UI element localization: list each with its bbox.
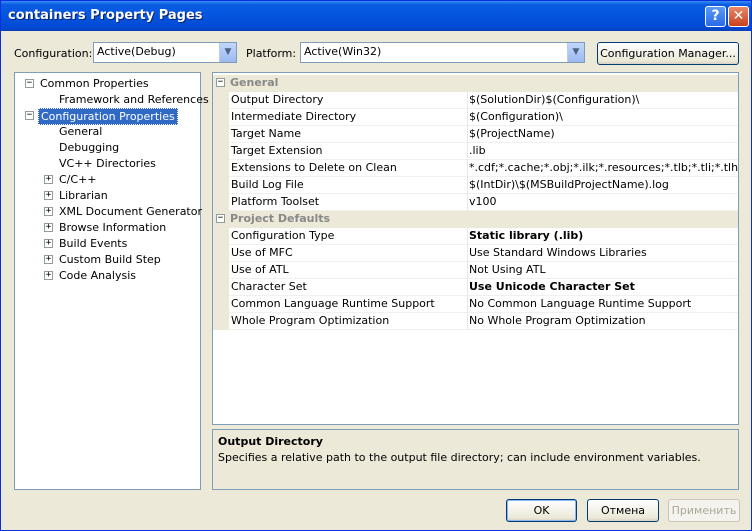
tree-item-label: Browse Information	[59, 221, 167, 234]
close-button[interactable]: ✕	[728, 6, 749, 27]
property-value[interactable]: Not Using ATL	[467, 262, 738, 279]
property-value[interactable]: v100	[467, 194, 738, 211]
tree-item-label: Custom Build Step	[59, 253, 161, 266]
category-general[interactable]: − General	[213, 75, 738, 92]
grid-row[interactable]: Intermediate Directory $(Configuration)\	[213, 109, 738, 126]
property-tree[interactable]: − Common Properties Framework and Refere…	[14, 72, 209, 490]
property-value[interactable]: No Common Language Runtime Support	[467, 296, 738, 313]
expand-icon[interactable]: +	[44, 239, 53, 248]
tree-item-framework-references[interactable]: Framework and References	[59, 92, 209, 107]
property-name: Output Directory	[231, 93, 324, 106]
configuration-value: Active(Debug)	[97, 45, 176, 58]
property-value[interactable]: $(SolutionDir)$(Configuration)\	[467, 92, 738, 109]
property-value[interactable]: Static library (.lib)	[467, 228, 738, 245]
tree-item-label: Code Analysis	[59, 269, 136, 282]
collapse-icon[interactable]: −	[216, 214, 225, 223]
property-name: Intermediate Directory	[231, 110, 357, 123]
property-name: Character Set	[231, 280, 307, 293]
expand-icon[interactable]: +	[44, 191, 53, 200]
grid-row[interactable]: Platform Toolset v100	[213, 194, 738, 211]
property-value[interactable]: $(ProjectName)	[467, 126, 738, 143]
property-name: Whole Program Optimization	[231, 314, 390, 327]
tree-item-general[interactable]: General	[59, 124, 102, 139]
tree-item-label: Librarian	[59, 189, 108, 202]
property-pages-window: containers Property Pages ? ✕ Configurat…	[0, 0, 752, 531]
category-label: Project Defaults	[230, 212, 331, 225]
property-name: Build Log File	[231, 178, 304, 191]
property-name: Target Extension	[231, 144, 323, 157]
tree-item-label: Common Properties	[40, 77, 149, 90]
property-name: Use of MFC	[231, 246, 293, 259]
property-name: Extensions to Delete on Clean	[231, 161, 397, 174]
grid-row[interactable]: Configuration Type Static library (.lib)	[213, 228, 738, 245]
category-label: General	[230, 76, 279, 89]
title-bar[interactable]: containers Property Pages ? ✕	[1, 1, 751, 31]
tree-item-label: Configuration Properties	[38, 108, 178, 125]
platform-label: Platform:	[246, 47, 297, 60]
grid-row[interactable]: Output Directory $(SolutionDir)$(Configur…	[213, 92, 738, 109]
grid-row[interactable]: Use of MFC Use Standard Windows Libraries	[213, 245, 738, 262]
expand-icon[interactable]: +	[44, 175, 53, 184]
property-name: Common Language Runtime Support	[231, 297, 435, 310]
platform-dropdown[interactable]: Active(Win32) ▼	[300, 42, 585, 63]
configuration-label: Configuration:	[14, 47, 93, 60]
description-panel: Output Directory Specifies a relative pa…	[212, 429, 739, 490]
apply-button[interactable]: Применить	[668, 499, 740, 522]
tree-item-vc-directories[interactable]: VC++ Directories	[59, 156, 156, 171]
expand-icon[interactable]: +	[44, 255, 53, 264]
tree-item-label: XML Document Generator	[59, 205, 202, 218]
grid-row[interactable]: Extensions to Delete on Clean *.cdf;*.cac…	[213, 160, 738, 177]
expand-icon[interactable]: +	[44, 271, 53, 280]
property-name: Platform Toolset	[231, 195, 320, 208]
collapse-icon[interactable]: −	[25, 79, 34, 88]
property-value[interactable]: $(IntDir)\$(MSBuildProjectName).log	[467, 177, 738, 194]
ok-button[interactable]: OK	[506, 499, 577, 522]
grid-row[interactable]: Build Log File $(IntDir)\$(MSBuildProject…	[213, 177, 738, 194]
platform-value: Active(Win32)	[304, 45, 382, 58]
grid-row[interactable]: Use of ATL Not Using ATL	[213, 262, 738, 279]
expand-icon[interactable]: +	[44, 223, 53, 232]
expand-icon[interactable]: +	[44, 207, 53, 216]
property-value[interactable]: *.cdf;*.cache;*.obj;*.ilk;*.resources;*.…	[467, 160, 738, 177]
chevron-down-icon[interactable]: ▼	[567, 43, 584, 62]
property-value[interactable]: Use Unicode Character Set	[467, 279, 738, 296]
help-button[interactable]: ?	[705, 6, 726, 27]
grid-row[interactable]: Character Set Use Unicode Character Set	[213, 279, 738, 296]
configuration-dropdown[interactable]: Active(Debug) ▼	[93, 42, 237, 63]
cancel-button[interactable]: Отмена	[587, 499, 659, 522]
grid-row[interactable]: Target Name $(ProjectName)	[213, 126, 738, 143]
property-name: Configuration Type	[231, 229, 335, 242]
property-value[interactable]: .lib	[467, 143, 738, 160]
window-title: containers Property Pages	[8, 8, 203, 23]
property-value[interactable]: Use Standard Windows Libraries	[467, 245, 738, 262]
collapse-icon[interactable]: −	[216, 78, 225, 87]
tree-item-label: Build Events	[59, 237, 128, 250]
property-value[interactable]: No Whole Program Optimization	[467, 313, 738, 330]
property-name: Target Name	[231, 127, 301, 140]
description-title: Output Directory	[218, 435, 323, 448]
chevron-down-icon[interactable]: ▼	[219, 43, 236, 62]
property-grid[interactable]: − General Output Directory $(SolutionDir)…	[212, 72, 739, 425]
grid-row[interactable]: Whole Program Optimization No Whole Progr…	[213, 313, 738, 330]
collapse-icon[interactable]: −	[25, 111, 34, 120]
tree-item-label: C/C++	[59, 173, 97, 186]
tree-item-debugging[interactable]: Debugging	[59, 140, 119, 155]
grid-row[interactable]: Common Language Runtime Support No Common…	[213, 296, 738, 313]
property-name: Use of ATL	[231, 263, 289, 276]
property-value[interactable]: $(Configuration)\	[467, 109, 738, 126]
category-project-defaults[interactable]: − Project Defaults	[213, 211, 738, 228]
description-text: Specifies a relative path to the output …	[218, 451, 701, 464]
configuration-manager-button[interactable]: Configuration Manager...	[597, 42, 739, 65]
grid-row[interactable]: Target Extension .lib	[213, 143, 738, 160]
